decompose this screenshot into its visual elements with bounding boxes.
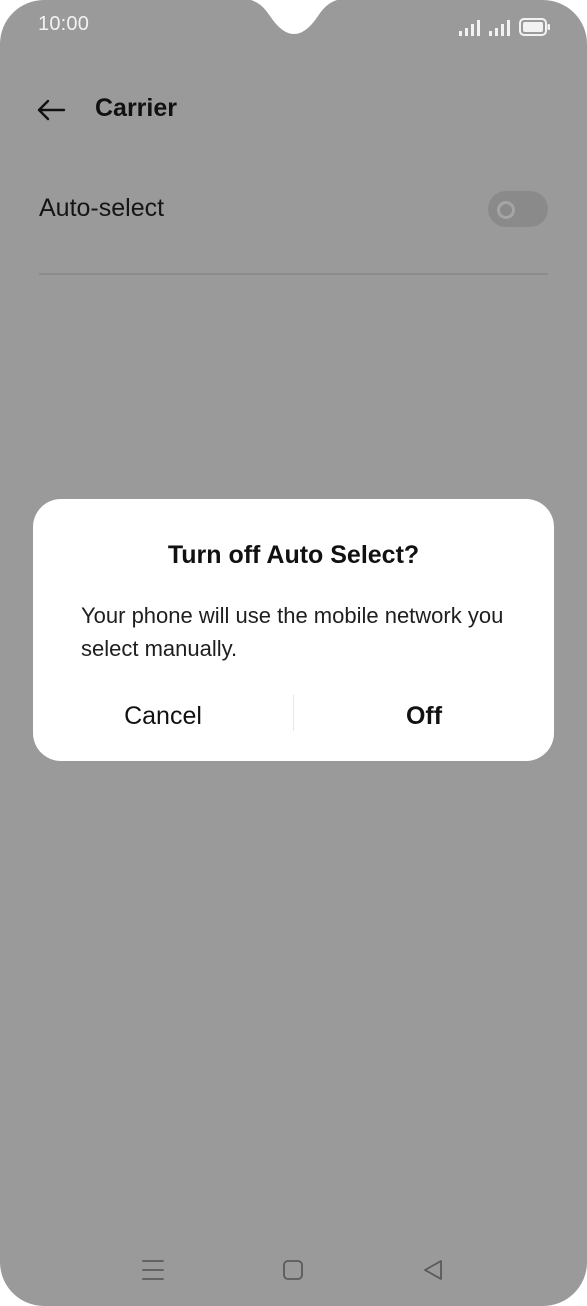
page-title: Carrier [95, 94, 177, 122]
divider [39, 273, 548, 275]
phone-screen: 10:00 Carrier Auto-select Turn off Auto … [0, 0, 587, 1306]
recent-apps-button[interactable] [133, 1255, 173, 1285]
arrow-left-icon [37, 99, 66, 121]
auto-select-row[interactable]: Auto-select [39, 178, 548, 242]
home-icon [283, 1260, 303, 1280]
back-button[interactable] [30, 90, 72, 130]
nav-back-button[interactable] [413, 1255, 453, 1285]
app-header: Carrier [0, 80, 587, 140]
cancel-button[interactable]: Cancel [33, 691, 293, 741]
status-bar: 10:00 [0, 0, 587, 52]
toggle-knob [497, 201, 515, 219]
home-button[interactable] [273, 1255, 313, 1285]
navigation-bar [0, 1245, 587, 1295]
back-icon [424, 1260, 442, 1280]
auto-select-label: Auto-select [39, 194, 165, 222]
status-icons [459, 14, 551, 36]
signal-icon [459, 20, 480, 36]
auto-select-toggle[interactable] [488, 191, 548, 227]
turn-off-auto-select-dialog: Turn off Auto Select? Your phone will us… [33, 499, 554, 761]
signal-icon [489, 20, 510, 36]
status-time: 10:00 [38, 13, 90, 35]
off-button[interactable]: Off [294, 691, 554, 741]
battery-icon [519, 18, 550, 36]
dialog-title: Turn off Auto Select? [167, 541, 420, 569]
dialog-message: Your phone will use the mobile network y… [81, 603, 504, 661]
menu-icon [142, 1260, 164, 1280]
